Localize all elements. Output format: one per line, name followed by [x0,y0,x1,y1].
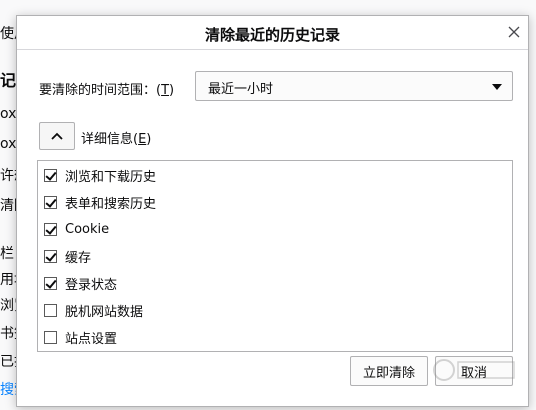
item-label: 浏览和下载历史 [65,169,157,185]
checkbox-unchecked[interactable] [44,303,57,317]
list-item-site-settings[interactable]: 站点设置 [44,326,117,348]
checkbox-checked[interactable] [44,249,57,263]
item-label: Cookie [65,221,110,237]
time-range-select[interactable]: 最近一小时 [195,71,513,101]
checkbox-checked[interactable] [44,222,57,236]
item-label: 站点设置 [65,331,118,347]
list-item-login-state[interactable]: 登录状态 [44,272,117,294]
chevron-up-icon [51,132,63,140]
time-range-label: 要清除的时间范围：(T) [39,79,174,98]
checkbox-checked[interactable] [44,195,57,209]
bg-text: 栏 [0,246,14,262]
details-toggle-button[interactable] [39,122,75,150]
dialog-header: 清除最近的历史记录 [17,16,528,50]
history-items-list: 浏览和下载历史 表单和搜索历史 Cookie 缓存 登录状态 脱机网站数据 站点… [37,160,513,352]
details-label: 详细信息(E) [81,128,151,147]
close-icon [508,26,520,38]
time-range-value: 最近一小时 [208,82,274,97]
clear-history-dialog: 清除最近的历史记录 要清除的时间范围：(T) 最近一小时 详细信息(E) 浏览和… [16,15,529,407]
bg-text: ox [0,106,17,122]
dropdown-arrow-icon [492,84,502,90]
close-button[interactable] [502,20,526,44]
checkbox-checked[interactable] [44,168,57,182]
clear-now-button[interactable]: 立即清除 [350,356,428,386]
checkbox-unchecked[interactable] [44,330,57,344]
item-label: 缓存 [65,250,92,266]
cancel-button[interactable]: 取消 [435,356,513,386]
list-item-cookie[interactable]: Cookie [44,218,109,240]
checkbox-checked[interactable] [44,276,57,290]
list-item-cache[interactable]: 缓存 [44,245,91,267]
details-label-end: ) [146,132,152,147]
item-label: 表单和搜索历史 [65,196,157,212]
bg-text: ox [0,136,17,152]
time-range-access-key: T [161,83,170,98]
details-label-text: 详细信息( [81,132,139,147]
dialog-title: 清除最近的历史记录 [204,26,340,44]
item-label: 脱机网站数据 [65,304,144,320]
time-range-label-text: 要清除的时间范围：( [39,83,162,98]
list-item-offline-data[interactable]: 脱机网站数据 [44,299,143,321]
item-label: 登录状态 [65,277,118,293]
list-item-browsing-history[interactable]: 浏览和下载历史 [44,164,156,186]
time-range-label-end: ) [169,83,175,98]
list-item-form-history[interactable]: 表单和搜索历史 [44,191,156,213]
